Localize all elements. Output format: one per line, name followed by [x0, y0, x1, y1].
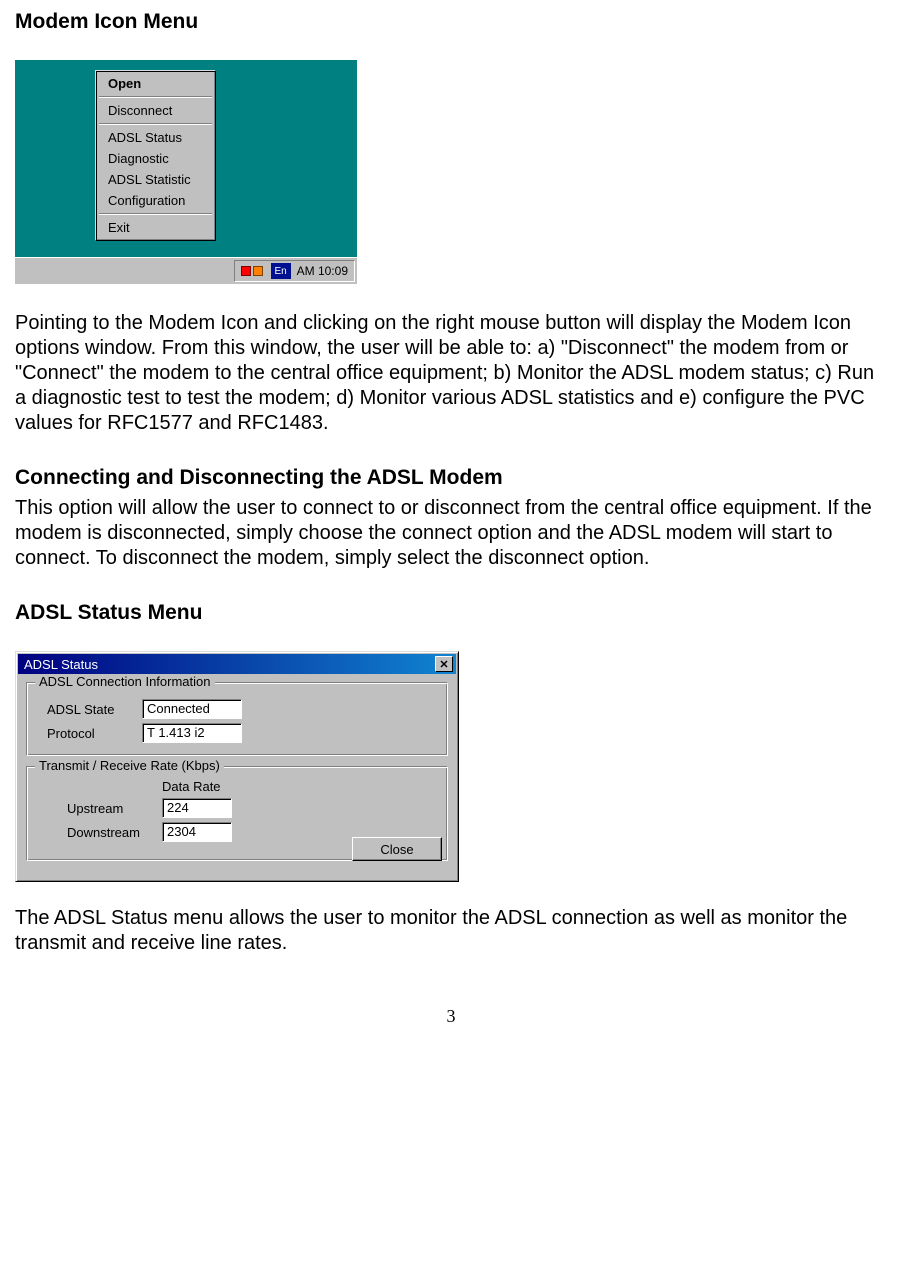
system-tray: En AM 10:09	[234, 260, 355, 282]
heading-connecting-disconnecting: Connecting and Disconnecting the ADSL Mo…	[15, 466, 887, 490]
menu-item-open[interactable]: Open	[98, 73, 213, 94]
clock: AM 10:09	[297, 264, 348, 278]
paragraph-adsl-status-desc: The ADSL Status menu allows the user to …	[15, 906, 887, 956]
close-button[interactable]: Close	[352, 837, 442, 861]
menu-separator	[99, 213, 212, 215]
heading-adsl-status-menu: ADSL Status Menu	[15, 601, 887, 625]
field-downstream: 2304	[162, 822, 232, 842]
field-protocol: T 1.413 i2	[142, 723, 242, 743]
group-rate-title: Transmit / Receive Rate (Kbps)	[35, 758, 224, 773]
group-connection-title: ADSL Connection Information	[35, 674, 215, 689]
adsl-status-dialog: ADSL Status ✕ ADSL Connection Informatio…	[15, 651, 459, 882]
modem-context-menu: Open Disconnect ADSL Status Diagnostic A…	[95, 70, 216, 241]
language-indicator[interactable]: En	[271, 263, 291, 279]
menu-item-exit[interactable]: Exit	[98, 217, 213, 238]
field-upstream: 224	[162, 798, 232, 818]
page-number: 3	[15, 1006, 887, 1027]
tray-ftp-icon[interactable]	[253, 266, 263, 276]
field-adsl-state: Connected	[142, 699, 242, 719]
paragraph-modem-icon-desc: Pointing to the Modem Icon and clicking …	[15, 311, 887, 436]
dialog-title: ADSL Status	[24, 657, 435, 672]
group-connection-info: ADSL Connection Information ADSL State C…	[26, 682, 448, 756]
label-adsl-state: ADSL State	[47, 702, 142, 717]
label-upstream: Upstream	[47, 801, 162, 816]
heading-modem-icon-menu: Modem Icon Menu	[15, 10, 887, 34]
menu-item-disconnect[interactable]: Disconnect	[98, 100, 213, 121]
tray-modem-icon[interactable]	[241, 266, 251, 276]
paragraph-connect-desc: This option will allow the user to conne…	[15, 496, 887, 571]
menu-item-adsl-statistic[interactable]: ADSL Statistic	[98, 169, 213, 190]
menu-item-adsl-status[interactable]: ADSL Status	[98, 127, 213, 148]
menu-separator	[99, 123, 212, 125]
dialog-titlebar: ADSL Status ✕	[18, 654, 456, 674]
menu-separator	[99, 96, 212, 98]
taskbar: En AM 10:09	[15, 257, 357, 284]
label-downstream: Downstream	[47, 825, 162, 840]
column-header-data-rate: Data Rate	[162, 779, 437, 794]
menu-item-configuration[interactable]: Configuration	[98, 190, 213, 211]
close-icon[interactable]: ✕	[435, 656, 453, 672]
label-protocol: Protocol	[47, 726, 142, 741]
screenshot-context-menu: Open Disconnect ADSL Status Diagnostic A…	[15, 60, 357, 283]
menu-item-diagnostic[interactable]: Diagnostic	[98, 148, 213, 169]
